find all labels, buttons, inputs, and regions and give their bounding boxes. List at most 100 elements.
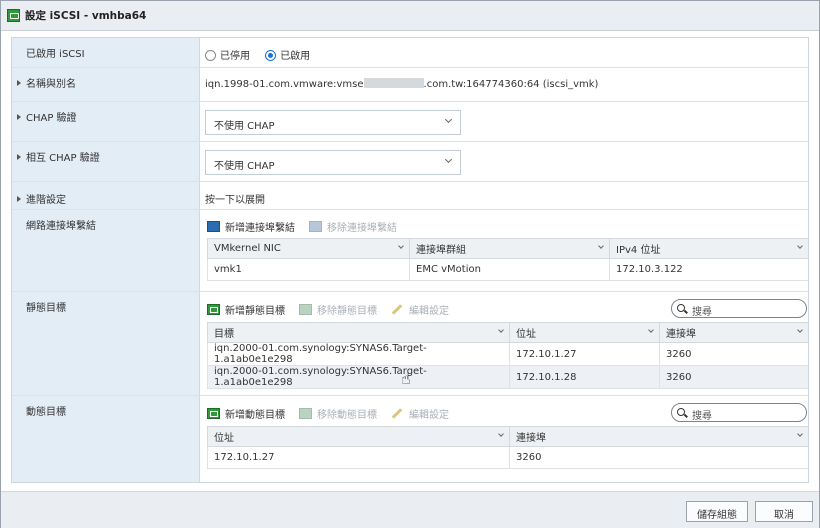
static-search-input[interactable]: 搜尋 [671, 299, 807, 318]
edit-dynamic-target-label: 編輯設定 [409, 410, 449, 421]
chevron-down-icon [797, 431, 803, 437]
expand-mutual-chap[interactable]: 相互 CHAP 驗證 [12, 142, 200, 181]
remove-target-icon [299, 304, 312, 315]
label-enable-iscsi: 已啟用 iSCSI [12, 38, 200, 67]
table-cell: 172.10.3.122 [609, 258, 808, 281]
edit-static-target-label: 編輯設定 [409, 306, 449, 317]
radio-enabled[interactable]: 已啟用 [265, 50, 310, 62]
column-header[interactable]: 目標 [207, 322, 510, 343]
column-header[interactable]: VMkernel NIC [207, 238, 410, 259]
table-row[interactable]: vmk1 EMC vMotion 172.10.3.122 [207, 258, 808, 281]
add-static-target-button[interactable]: 新增靜態目標 [207, 302, 285, 317]
storage-adapter-icon [7, 9, 20, 22]
chevron-down-icon [444, 155, 453, 164]
dynamic-search-input[interactable]: 搜尋 [671, 403, 807, 422]
dialog-footer: 儲存組態 取消 [1, 491, 819, 528]
title-bar: 設定 iSCSI - vmhba64 [1, 1, 819, 31]
row-chap: CHAP 驗證 不使用 CHAP [12, 102, 808, 142]
column-header-label: 位址 [516, 329, 536, 340]
radio-disabled[interactable]: 已停用 [205, 50, 250, 62]
label-chap: CHAP 驗證 [26, 113, 77, 124]
table-cell: iqn.2000-01.com.synology:SYNAS6.Target-1… [207, 365, 510, 389]
row-dynamic-targets: 動態目標 新增動態目標 移除動態目標 編輯設定 搜尋 位址 連接埠 172.10… [12, 396, 808, 482]
column-header[interactable]: 位址 [509, 322, 660, 343]
row-enable-iscsi: 已啟用 iSCSI 已停用 已啟用 [12, 38, 808, 68]
radio-disabled-label: 已停用 [220, 51, 250, 62]
table-cell: 3260 [509, 446, 808, 469]
column-header-label: 位址 [214, 433, 234, 444]
iqn-prefix: iqn.1998-01.com.vmware:vmse [205, 79, 364, 90]
edit-dynamic-target-button[interactable]: 編輯設定 [391, 406, 449, 421]
table-cell: 172.10.1.27 [509, 342, 660, 366]
pencil-icon [391, 304, 403, 315]
add-dynamic-target-button[interactable]: 新增動態目標 [207, 406, 285, 421]
network-add-icon [207, 221, 220, 232]
table-row[interactable]: iqn.2000-01.com.synology:SYNAS6.Target-1… [207, 342, 808, 366]
add-port-binding-button[interactable]: 新增連接埠繫結 [207, 219, 295, 234]
chevron-down-icon [498, 327, 504, 333]
chevron-down-icon [444, 115, 453, 124]
port-binding-table: VMkernel NIC 連接埠群組 IPv4 位址 vmk1 EMC vMot… [207, 238, 808, 281]
dynamic-search-placeholder: 搜尋 [692, 411, 712, 422]
settings-panel: 已啟用 iSCSI 已停用 已啟用 名稱與別名 iqn.1998-01.com.… [11, 37, 809, 483]
chevron-down-icon [648, 327, 654, 333]
label-port-binding: 網路連接埠繫結 [12, 210, 200, 291]
column-header-label: IPv4 位址 [616, 245, 661, 256]
table-cell: 172.10.1.28 [509, 365, 660, 389]
expand-chap[interactable]: CHAP 驗證 [12, 102, 200, 141]
chevron-down-icon [598, 243, 604, 249]
chap-select[interactable]: 不使用 CHAP [205, 110, 461, 135]
remove-static-target-label: 移除靜態目標 [317, 306, 377, 317]
remove-port-binding-button[interactable]: 移除連接埠繫結 [309, 219, 397, 234]
network-remove-icon [309, 221, 322, 232]
table-cell: iqn.2000-01.com.synology:SYNAS6.Target-1… [207, 342, 510, 366]
column-header[interactable]: 連接埠 [659, 322, 808, 343]
expand-advanced[interactable]: 進階設定 [12, 182, 200, 209]
column-header-label: 連接埠 [516, 433, 546, 444]
pencil-icon [391, 408, 403, 419]
table-cell: 172.10.1.27 [207, 446, 510, 469]
remove-static-target-button[interactable]: 移除靜態目標 [299, 302, 377, 317]
row-name-alias: 名稱與別名 iqn.1998-01.com.vmware:vmse .com.tw… [12, 68, 808, 102]
add-target-icon [207, 408, 220, 419]
chevron-down-icon [797, 243, 803, 249]
table-row[interactable]: iqn.2000-01.com.synology:SYNAS6.Target-1… [207, 365, 808, 389]
add-static-target-label: 新增靜態目標 [225, 306, 285, 317]
chap-select-value: 不使用 CHAP [214, 121, 275, 132]
table-row[interactable]: 172.10.1.27 3260 [207, 446, 808, 469]
table-cell: vmk1 [207, 258, 410, 281]
expand-name-alias[interactable]: 名稱與別名 [12, 68, 200, 101]
label-static-targets: 靜態目標 [12, 292, 200, 395]
dynamic-targets-table: 位址 連接埠 172.10.1.27 3260 [207, 426, 808, 469]
mutual-chap-select[interactable]: 不使用 CHAP [205, 150, 461, 175]
add-port-binding-label: 新增連接埠繫結 [225, 223, 295, 234]
column-header[interactable]: IPv4 位址 [609, 238, 808, 259]
table-cell: EMC vMotion [409, 258, 610, 281]
column-header[interactable]: 連接埠群組 [409, 238, 610, 259]
radio-on-icon [265, 50, 277, 61]
remove-dynamic-target-label: 移除動態目標 [317, 410, 377, 421]
row-advanced: 進階設定 按一下以展開 [12, 182, 808, 210]
label-mutual-chap: 相互 CHAP 驗證 [26, 153, 100, 164]
column-header-label: VMkernel NIC [214, 243, 281, 254]
expand-arrow-icon [17, 114, 21, 120]
remove-target-icon [299, 408, 312, 419]
advanced-expand-link[interactable]: 按一下以展開 [205, 182, 808, 209]
cancel-button[interactable]: 取消 [755, 501, 813, 522]
iscsi-dialog: 設定 iSCSI - vmhba64 已啟用 iSCSI 已停用 已啟用 名稱與… [0, 0, 820, 528]
table-cell: 3260 [659, 365, 808, 389]
save-config-button[interactable]: 儲存組態 [686, 501, 748, 522]
row-mutual-chap: 相互 CHAP 驗證 不使用 CHAP [12, 142, 808, 182]
edit-static-target-button[interactable]: 編輯設定 [391, 302, 449, 317]
search-icon [677, 408, 685, 416]
radio-off-icon [205, 50, 216, 61]
chevron-down-icon [498, 431, 504, 437]
remove-dynamic-target-button[interactable]: 移除動態目標 [299, 406, 377, 421]
remove-port-binding-label: 移除連接埠繫結 [327, 223, 397, 234]
chevron-down-icon [398, 243, 404, 249]
column-header[interactable]: 位址 [207, 426, 510, 447]
dialog-title: 設定 iSCSI - vmhba64 [25, 10, 147, 22]
label-name-alias: 名稱與別名 [26, 79, 76, 90]
search-icon [677, 304, 685, 312]
column-header[interactable]: 連接埠 [509, 426, 808, 447]
